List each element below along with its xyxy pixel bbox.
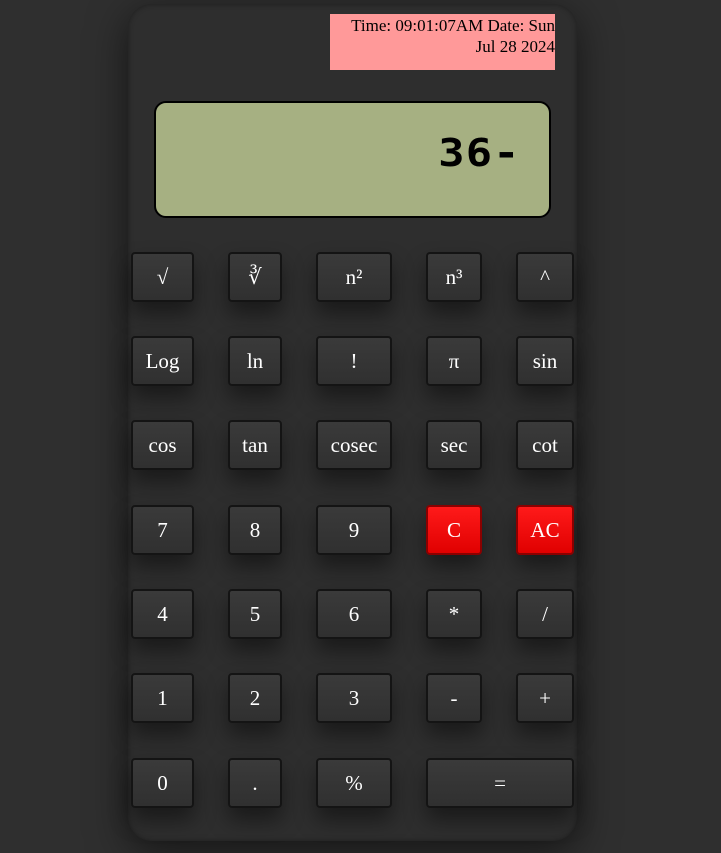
digit-0-button[interactable]: 0: [131, 758, 194, 808]
pi-button[interactable]: π: [426, 336, 482, 386]
factorial-button[interactable]: !: [316, 336, 392, 386]
digit-5-button[interactable]: 5: [228, 589, 282, 639]
log-button[interactable]: Log: [131, 336, 194, 386]
multiply-button[interactable]: *: [426, 589, 482, 639]
minus-button[interactable]: -: [426, 673, 482, 723]
ln-button[interactable]: ln: [228, 336, 282, 386]
clear-button[interactable]: C: [426, 505, 482, 555]
digit-3-button[interactable]: 3: [316, 673, 392, 723]
percent-button[interactable]: %: [316, 758, 392, 808]
equals-button[interactable]: =: [426, 758, 574, 808]
all-clear-button[interactable]: AC: [516, 505, 574, 555]
power-button[interactable]: ^: [516, 252, 574, 302]
decimal-point-button[interactable]: .: [228, 758, 282, 808]
display-value: 36-: [438, 131, 521, 175]
sec-button[interactable]: sec: [426, 420, 482, 470]
tan-button[interactable]: tan: [228, 420, 282, 470]
sin-button[interactable]: sin: [516, 336, 574, 386]
plus-button[interactable]: +: [516, 673, 574, 723]
square-root-button[interactable]: √: [131, 252, 194, 302]
digit-1-button[interactable]: 1: [131, 673, 194, 723]
square-button[interactable]: n²: [316, 252, 392, 302]
cosec-button[interactable]: cosec: [316, 420, 392, 470]
digit-9-button[interactable]: 9: [316, 505, 392, 555]
cube-button[interactable]: n³: [426, 252, 482, 302]
divide-button[interactable]: /: [516, 589, 574, 639]
cos-button[interactable]: cos: [131, 420, 194, 470]
cube-root-button[interactable]: ∛: [228, 252, 282, 302]
cot-button[interactable]: cot: [516, 420, 574, 470]
date-time-display: Time: 09:01:07AM Date: Sun Jul 28 2024: [330, 14, 555, 70]
calculator-display: 36-: [154, 101, 551, 218]
digit-8-button[interactable]: 8: [228, 505, 282, 555]
digit-7-button[interactable]: 7: [131, 505, 194, 555]
digit-6-button[interactable]: 6: [316, 589, 392, 639]
digit-2-button[interactable]: 2: [228, 673, 282, 723]
digit-4-button[interactable]: 4: [131, 589, 194, 639]
